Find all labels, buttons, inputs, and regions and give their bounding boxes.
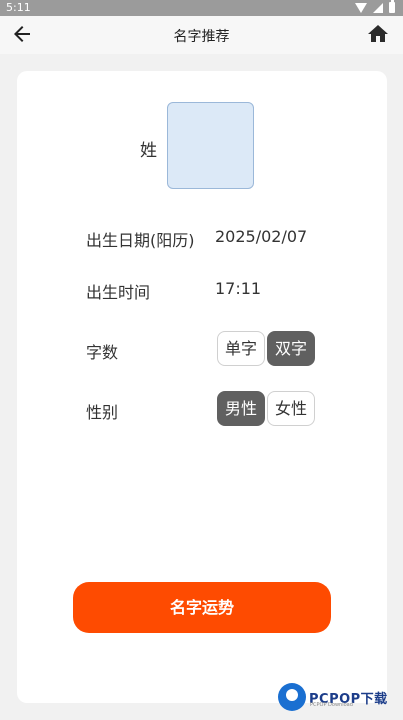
watermark-subtext: PCPOP Download bbox=[310, 702, 353, 708]
signal-icon bbox=[373, 2, 383, 13]
gender-male-option[interactable]: 男性 bbox=[217, 391, 265, 426]
birth-date-label: 出生日期(阳历) bbox=[86, 231, 195, 250]
name-fortune-button[interactable]: 名字运势 bbox=[73, 582, 331, 633]
system-icons bbox=[355, 0, 395, 13]
birth-time-value[interactable]: 17:11 bbox=[215, 279, 261, 298]
status-bar: 5:11 bbox=[0, 0, 403, 16]
char-count-label: 字数 bbox=[86, 343, 119, 362]
char-count-single-option[interactable]: 单字 bbox=[217, 331, 265, 366]
birth-time-label: 出生时间 bbox=[86, 283, 151, 302]
gender-label: 性别 bbox=[86, 403, 119, 422]
gender-female-option[interactable]: 女性 bbox=[267, 391, 315, 426]
page-title: 名字推荐 bbox=[173, 29, 230, 45]
char-count-double-option[interactable]: 双字 bbox=[267, 331, 315, 366]
battery-icon bbox=[389, 0, 395, 13]
status-time: 5:11 bbox=[6, 1, 31, 14]
home-icon[interactable] bbox=[366, 22, 390, 46]
watermark: PCPOP下载 PCPOP Download bbox=[278, 683, 388, 711]
birth-date-value[interactable]: 2025/02/07 bbox=[215, 227, 307, 246]
app-bar: 名字推荐 bbox=[0, 16, 403, 54]
pcpop-logo-icon bbox=[278, 683, 306, 711]
surname-label: 姓 bbox=[140, 141, 157, 161]
surname-input[interactable] bbox=[167, 102, 254, 189]
wifi-icon bbox=[355, 2, 367, 13]
